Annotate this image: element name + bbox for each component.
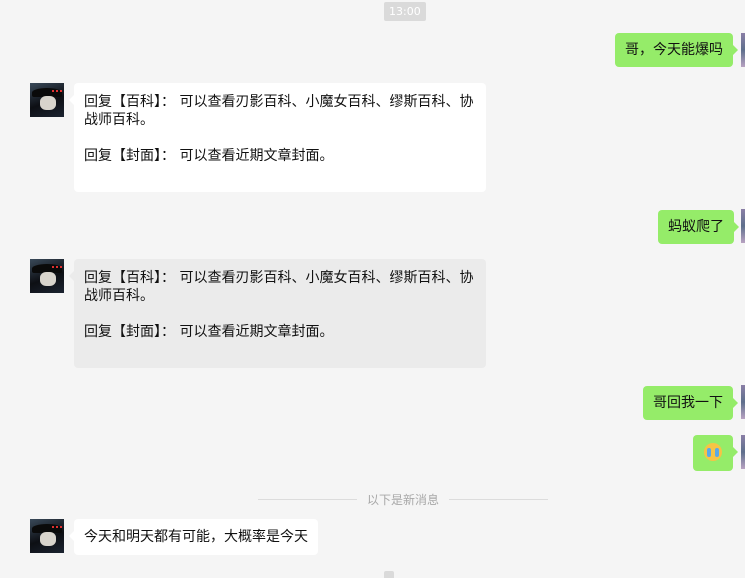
outgoing-message[interactable]: 蚂蚁爬了 — [658, 210, 739, 244]
my-avatar[interactable] — [741, 385, 745, 419]
message-line: 回复【封面】： 可以查看近期文章封面。 — [84, 324, 334, 340]
outgoing-message[interactable]: 哥回我一下 — [643, 386, 738, 420]
message-text: 蚂蚁爬了 — [668, 219, 724, 235]
my-avatar[interactable] — [741, 435, 745, 469]
divider-line — [258, 498, 357, 500]
message-line: 回复【百科】： 可以查看刃影百科、小魔女百科、缪斯百科、协 — [84, 94, 474, 110]
chat-window: 13:00 哥，今天能爆吗 回复【百科】： 可以查看刃影百科、小魔女百科、缪斯百… — [0, 0, 745, 578]
message-text: 哥，今天能爆吗 — [625, 42, 723, 58]
new-messages-divider: 以下是新消息 — [258, 490, 549, 508]
incoming-message-selected[interactable]: 回复【百科】： 可以查看刃影百科、小魔女百科、缪斯百科、协 战师百科。 回复【封… — [69, 259, 486, 368]
message-text: 哥回我一下 — [653, 395, 723, 411]
bot-avatar[interactable] — [30, 519, 64, 553]
avatar-dots — [52, 526, 62, 528]
avatar-dots — [52, 266, 62, 268]
divider-line — [449, 498, 549, 500]
avatar-face — [40, 272, 56, 286]
timestamp-partial — [384, 571, 394, 578]
message-text: 今天和明天都有可能，大概率是今天 — [84, 529, 308, 545]
incoming-message[interactable]: 今天和明天都有可能，大概率是今天 — [69, 519, 318, 555]
outgoing-emoji-message[interactable] — [693, 435, 738, 471]
message-line: 战师百科。 — [84, 288, 154, 304]
message-line: 回复【封面】： 可以查看近期文章封面。 — [84, 148, 334, 164]
message-line: 回复【百科】： 可以查看刃影百科、小魔女百科、缪斯百科、协 — [84, 270, 474, 286]
incoming-message[interactable]: 回复【百科】： 可以查看刃影百科、小魔女百科、缪斯百科、协 战师百科。 回复【封… — [69, 83, 486, 192]
avatar-dots — [52, 90, 62, 92]
avatar-face — [40, 532, 56, 546]
my-avatar[interactable] — [741, 33, 745, 67]
divider-label: 以下是新消息 — [367, 492, 440, 507]
message-line: 战师百科。 — [84, 112, 154, 128]
outgoing-message[interactable]: 哥，今天能爆吗 — [615, 33, 738, 67]
timestamp: 13:00 — [384, 2, 426, 21]
crying-face-emoji-icon — [704, 443, 722, 461]
my-avatar[interactable] — [741, 209, 745, 243]
bot-avatar[interactable] — [30, 83, 64, 117]
avatar-face — [40, 96, 56, 110]
bot-avatar[interactable] — [30, 259, 64, 293]
